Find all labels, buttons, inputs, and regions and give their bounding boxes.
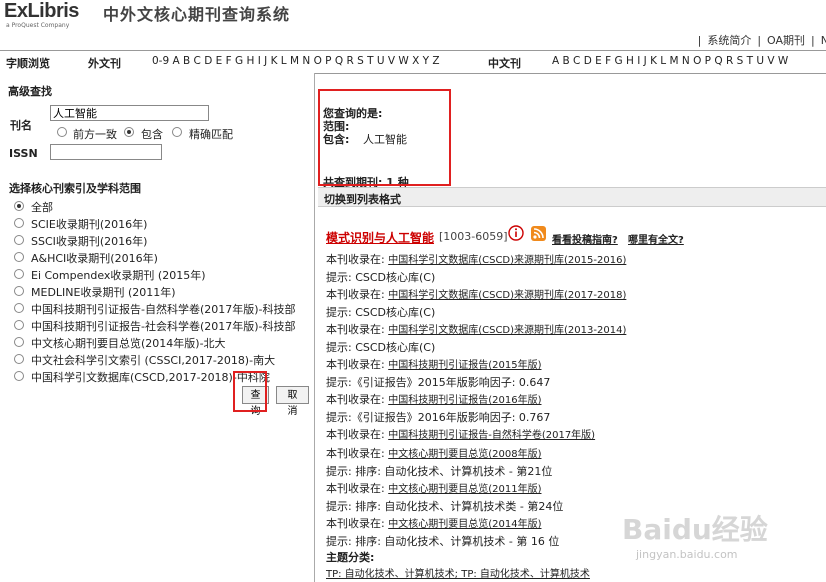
submission-guide-link[interactable]: 看看投稿指南? bbox=[552, 231, 618, 246]
result-line: 本刊收录在: 中国科学引文数据库(CSCD)来源期刊库(2015-2016) bbox=[326, 253, 627, 266]
scope-label: 中国科技期刊引证报告-自然科学卷(2017年版)-科技部 bbox=[31, 303, 296, 316]
link-oa-journals[interactable]: OA期刊 bbox=[764, 34, 808, 47]
result-line: 本刊收录在: 中文核心期刊要目总览(2011年版) bbox=[326, 482, 542, 495]
match-radio-contains[interactable] bbox=[124, 127, 134, 137]
nav-foreign-label[interactable]: 外文刊 bbox=[88, 55, 121, 71]
match-label-exact: 精确匹配 bbox=[189, 128, 233, 141]
link-system-intro[interactable]: 系统简介 bbox=[704, 34, 754, 47]
scope-radio[interactable] bbox=[14, 303, 24, 313]
scope-radio[interactable] bbox=[14, 286, 24, 296]
scope-label: A&HCI收录期刊(2016年) bbox=[31, 252, 158, 265]
scope-label: 中国科技期刊引证报告-社会科学卷(2017年版)-科技部 bbox=[31, 320, 296, 333]
result-line: 提示: CSCD核心库(C) bbox=[326, 341, 436, 354]
scope-label: SCIE收录期刊(2016年) bbox=[31, 218, 148, 231]
journal-issn: [1003-6059] bbox=[439, 230, 508, 243]
issn-input[interactable] bbox=[50, 144, 162, 160]
switch-to-list-link[interactable]: 切换到列表格式 bbox=[324, 191, 401, 207]
journal-title-link[interactable]: 模式识别与人工智能 bbox=[326, 229, 434, 246]
journal-title[interactable]: 模式识别与人工智能 bbox=[326, 231, 434, 245]
scope-heading: 选择核心刊索引及学科范围 bbox=[9, 182, 141, 195]
result-line: 本刊收录在: 中国科技期刊引证报告(2015年版) bbox=[326, 358, 542, 371]
scope-radio[interactable] bbox=[14, 320, 24, 330]
logo-subtitle: a ProQuest Company bbox=[6, 22, 70, 29]
nav-chinese-label[interactable]: 中文刊 bbox=[488, 55, 521, 71]
match-label-contains: 包含 bbox=[141, 128, 163, 141]
scope-label: SSCI收录期刊(2016年) bbox=[31, 235, 148, 248]
result-line: 提示:《引证报告》2015年版影响因子: 0.647 bbox=[326, 376, 551, 389]
index-link[interactable]: 中文核心期刊要目总览(2008年版) bbox=[388, 449, 541, 460]
result-line: 本刊收录在: 中文核心期刊要目总览(2008年版) bbox=[326, 447, 542, 460]
separator: | bbox=[697, 34, 702, 47]
index-link[interactable]: 中国科技期刊引证报告-自然科学卷(2017年版) bbox=[388, 430, 595, 441]
result-line: 提示: CSCD核心库(C) bbox=[326, 271, 436, 284]
scope-label: 中文核心期刊要目总览(2014年版)-北大 bbox=[31, 337, 226, 350]
index-link[interactable]: 中文核心期刊要目总览(2014年版) bbox=[388, 519, 541, 530]
result-line: 提示: 排序: 自动化技术、计算机技术类 - 第24位 bbox=[326, 500, 564, 513]
nav-chinese-letters[interactable]: A B C D E F G H I J K L M N O P Q R S T … bbox=[552, 55, 788, 67]
nav-foreign-letters[interactable]: 0-9 A B C D E F G H I J K L M N O P Q R … bbox=[152, 55, 440, 67]
result-line: 提示: 排序: 自动化技术、计算机技术 - 第21位 bbox=[326, 465, 553, 478]
rss-icon[interactable] bbox=[531, 226, 546, 241]
search-panel: 高级查找 刊名 前方一致 包含 精确匹配 ISSN 选择核心刊索引及学科范围 全… bbox=[0, 73, 315, 582]
result-line: 本刊收录在: 中国科技期刊引证报告(2016年版) bbox=[326, 393, 542, 406]
scope-radio[interactable] bbox=[14, 371, 24, 381]
info-icon[interactable] bbox=[508, 225, 524, 241]
scope-radio[interactable] bbox=[14, 201, 24, 211]
result-line: 提示: 排序: 自动化技术、计算机技术 - 第 16 位 bbox=[326, 535, 560, 548]
issn-label: ISSN bbox=[9, 147, 38, 160]
fulltext-link[interactable]: 哪里有全文? bbox=[628, 231, 684, 246]
result-line: 本刊收录在: 中文核心期刊要目总览(2014年版) bbox=[326, 517, 542, 530]
scope-label: MEDLINE收录期刊 (2011年) bbox=[31, 286, 176, 299]
scope-radio[interactable] bbox=[14, 252, 24, 262]
exlibris-logo: ExLibris bbox=[4, 0, 79, 22]
separator: | bbox=[757, 34, 762, 47]
index-link[interactable]: 中文核心期刊要目总览(2011年版) bbox=[388, 484, 541, 495]
scope-radio[interactable] bbox=[14, 235, 24, 245]
index-link[interactable]: 中国科学引文数据库(CSCD)来源期刊库(2015-2016) bbox=[388, 255, 626, 266]
match-label-prefix: 前方一致 bbox=[73, 128, 117, 141]
search-heading: 高级查找 bbox=[8, 85, 52, 98]
nav-order-label: 字顺浏览 bbox=[6, 57, 50, 70]
result-line: 本刊收录在: 中国科技期刊引证报告-自然科学卷(2017年版) bbox=[326, 428, 596, 441]
result-line: 本刊收录在: 中国科学引文数据库(CSCD)来源期刊库(2013-2014) bbox=[326, 323, 627, 336]
alphabet-nav: 字顺浏览 外文刊 0-9 A B C D E F G H I J K L M N… bbox=[0, 50, 826, 74]
scope-label: 全部 bbox=[31, 201, 53, 214]
watermark-url: jingyan.baidu.com bbox=[636, 548, 738, 561]
match-radio-exact[interactable] bbox=[172, 127, 182, 137]
scope-radio[interactable] bbox=[14, 337, 24, 347]
index-link[interactable]: 中国科技期刊引证报告(2016年版) bbox=[388, 395, 541, 406]
scope-label: 中文社会科学引文索引 (CSSCI,2017-2018)-南大 bbox=[31, 354, 276, 367]
match-radio-prefix[interactable] bbox=[57, 127, 67, 137]
scope-radio[interactable] bbox=[14, 269, 24, 279]
link-more[interactable]: N bbox=[818, 34, 826, 47]
result-line: 提示:《引证报告》2016年版影响因子: 0.767 bbox=[326, 411, 551, 424]
subject-label: 主题分类: bbox=[326, 551, 375, 564]
highlight-query-summary bbox=[318, 89, 451, 186]
scope-label: Ei Compendex收录期刊 (2015年) bbox=[31, 269, 206, 282]
watermark-logo: Baidu经验 bbox=[622, 513, 768, 546]
highlight-query-button bbox=[233, 371, 267, 412]
result-line: 本刊收录在: 中国科学引文数据库(CSCD)来源期刊库(2017-2018) bbox=[326, 288, 627, 301]
title-label: 刊名 bbox=[10, 119, 32, 132]
result-line: 提示: CSCD核心库(C) bbox=[326, 306, 436, 319]
subject-value[interactable]: TP: 自动化技术、计算机技术; TP: 自动化技术、计算机技术 bbox=[326, 565, 590, 580]
title-input[interactable] bbox=[50, 105, 209, 121]
separator: | bbox=[811, 34, 815, 47]
switch-format-bar: 切换到列表格式 bbox=[318, 187, 826, 207]
scope-radio[interactable] bbox=[14, 218, 24, 228]
index-link[interactable]: 中国科学引文数据库(CSCD)来源期刊库(2017-2018) bbox=[388, 290, 626, 301]
index-link[interactable]: 中国科技期刊引证报告(2015年版) bbox=[388, 360, 541, 371]
header: ExLibris a ProQuest Company 中外文核心期刊查询系统 … bbox=[0, 0, 826, 50]
app-title: 中外文核心期刊查询系统 bbox=[103, 5, 291, 24]
index-link[interactable]: 中国科学引文数据库(CSCD)来源期刊库(2013-2014) bbox=[388, 325, 626, 336]
cancel-button[interactable]: 取消 bbox=[276, 386, 309, 417]
top-links: | 系统简介 | OA期刊 | N bbox=[695, 32, 826, 48]
scope-radio[interactable] bbox=[14, 354, 24, 364]
